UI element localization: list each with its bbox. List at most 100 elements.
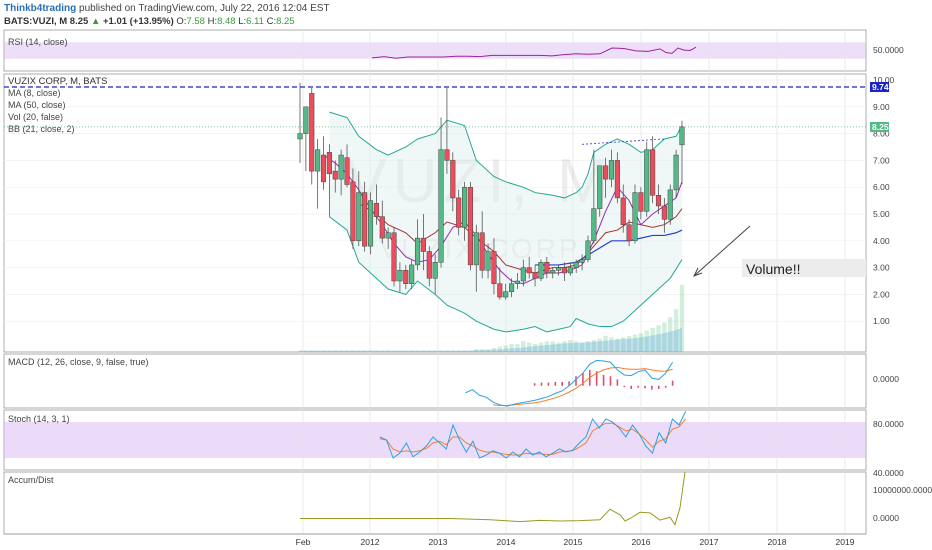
price-axis-tick: 9.00 (873, 102, 890, 112)
ma8-legend: MA (8, close) (8, 88, 61, 98)
candle-body (638, 192, 644, 212)
candle-body (514, 280, 520, 284)
candle-body (673, 154, 679, 191)
x-axis-tick-label: 2017 (700, 537, 719, 547)
bb-legend: BB (21, close, 2) (8, 124, 75, 134)
x-axis-tick-label: 2016 (632, 537, 651, 547)
candle-body (373, 203, 379, 217)
last-price-tag-label: 8.25 (872, 122, 889, 132)
x-axis-tick-label: 2014 (497, 537, 516, 547)
candle-body (573, 261, 579, 268)
candle-body (344, 157, 350, 185)
candle-body (426, 251, 432, 279)
candle-body (603, 165, 609, 180)
candle-body (597, 165, 603, 209)
candle-body (620, 197, 626, 225)
candle-body (509, 283, 515, 292)
candle-body (397, 270, 403, 282)
rsi-title: RSI (14, close) (8, 37, 68, 47)
candle-body (409, 264, 415, 284)
stoch-axis-40: 40.0000 (873, 468, 904, 478)
candle-body (532, 272, 538, 279)
candle-body (485, 251, 491, 271)
macd-title: MACD (12, 26, close, 9, false, true) (8, 357, 149, 367)
x-axis-tick-label: 2013 (429, 537, 448, 547)
rsi-axis-50: 50.0000 (873, 45, 904, 55)
candle-body (579, 259, 585, 263)
candle-body (479, 232, 485, 271)
price-axis-tick: 7.00 (873, 155, 890, 165)
candle-body (626, 224, 632, 242)
candle-body (326, 152, 332, 175)
candle-body (661, 205, 667, 220)
candle-body (591, 208, 597, 242)
candle-body (467, 186, 473, 266)
candle-body (350, 181, 356, 242)
accum-dist-line (300, 471, 686, 526)
vol-legend: Vol (20, false) (8, 112, 63, 122)
ad-axis-0: 0.0000 (873, 513, 899, 523)
candle-body (644, 149, 650, 212)
candle-body (556, 267, 562, 271)
x-axis-tick-label: 2019 (836, 537, 855, 547)
candle-body (550, 270, 556, 274)
resistance-tag-label: 9.74 (872, 82, 889, 92)
candle-body (414, 237, 421, 266)
candle-body (391, 232, 397, 282)
ad-title: Accum/Dist (8, 475, 54, 485)
candle-body (385, 232, 391, 239)
volume-ma-area (300, 327, 682, 352)
candle-body (655, 194, 662, 207)
candle-body (367, 200, 374, 247)
x-axis-tick-label: Feb (296, 537, 311, 547)
chart-canvas[interactable]: RSI (14, close) VUZIX CORP, M, BATS MA (… (0, 0, 932, 550)
price-axis-tick: 2.00 (873, 289, 890, 299)
candle-body (679, 126, 685, 146)
candle-body (544, 261, 550, 274)
price-axis-tick: 1.00 (873, 316, 890, 326)
candle-body (356, 192, 362, 242)
candle-body (315, 149, 321, 172)
candle-body (303, 106, 309, 134)
candle-body (561, 267, 568, 274)
stoch-band (4, 422, 866, 458)
annotation-arrow (693, 225, 751, 277)
x-axis-tick-label: 2015 (564, 537, 583, 547)
candle-body (456, 197, 462, 228)
candle-body (297, 133, 303, 140)
candle-body (491, 251, 497, 284)
candle-body (438, 149, 444, 263)
candle-body (362, 192, 368, 247)
x-axis-tick-label: 2018 (768, 537, 787, 547)
candle-body (309, 93, 315, 172)
candle-body (520, 267, 526, 282)
candle-body (379, 216, 385, 239)
candle-body (526, 267, 532, 274)
volume-annotation: Volume!! (746, 261, 800, 277)
candle-body (608, 160, 615, 180)
candle-body (338, 154, 344, 180)
price-title: VUZIX CORP, M, BATS (8, 76, 107, 87)
ad-pane-frame (3, 471, 867, 535)
candle-body (632, 192, 638, 242)
price-axis-tick: 5.00 (873, 209, 890, 219)
candle-body (332, 170, 338, 180)
candle-body (403, 270, 409, 284)
macd-axis-0: 0.0000 (873, 374, 899, 384)
candle-body (614, 160, 620, 199)
ma50-legend: MA (50, close) (8, 100, 66, 110)
price-axis-tick: 3.00 (873, 263, 890, 273)
candle-body (585, 240, 591, 260)
ad-axis-10m: 10000000.0000 (873, 485, 932, 495)
candle-body (420, 237, 426, 252)
candle-body (567, 267, 573, 274)
candle-body (497, 283, 503, 298)
candle-body (503, 291, 509, 298)
candle-body (320, 154, 327, 183)
candle-body (432, 261, 438, 279)
candle-body (667, 189, 673, 220)
candle-body (450, 160, 456, 199)
stoch-axis-80: 80.0000 (873, 419, 904, 429)
price-axis-tick: 4.00 (873, 236, 890, 246)
stoch-title: Stoch (14, 3, 1) (8, 414, 70, 424)
